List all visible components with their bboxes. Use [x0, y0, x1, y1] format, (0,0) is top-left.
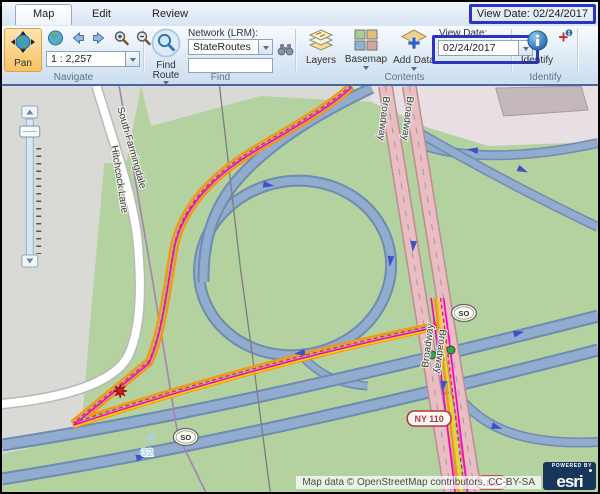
find-route-icon	[151, 28, 181, 61]
layers-button-label: Layers	[306, 55, 336, 66]
svg-text:32: 32	[141, 447, 153, 459]
pan-button-label: Pan	[14, 58, 32, 69]
contents-group-label: Contents	[298, 72, 511, 83]
find-group-label: Find	[146, 72, 295, 83]
view-date-status: View Date: 02/24/2017	[469, 4, 596, 24]
map-scale-combo	[46, 51, 140, 67]
ny110-shield: NY 110	[407, 411, 451, 426]
esri-logo: POWERED BY esri	[543, 462, 596, 490]
group-separator	[295, 29, 297, 71]
previous-extent-button[interactable]	[68, 29, 87, 46]
basemap-button-label: Basemap	[345, 54, 387, 65]
parkway-shield-2: SO	[451, 305, 476, 322]
network-dropdown-button[interactable]	[258, 39, 273, 55]
identify-button[interactable]: Identify	[517, 29, 557, 66]
add-data-button-label: Add Data	[393, 55, 435, 66]
identify-group-label: Identify	[514, 72, 577, 83]
network-combo	[188, 39, 273, 55]
group-separator	[577, 29, 579, 71]
layers-button[interactable]: Layers	[301, 29, 341, 66]
tab-review[interactable]: Review	[138, 5, 202, 23]
zoom-in-button[interactable]	[112, 29, 131, 46]
application-window: Map Edit Review View Date: 02/24/2017	[0, 0, 600, 494]
network-input[interactable]	[188, 39, 258, 55]
map-canvas[interactable]: SO SO NY 110 110 Hitchcock Lane South Fa…	[2, 86, 598, 492]
tab-edit[interactable]: Edit	[78, 5, 125, 23]
map-viewport: SO SO NY 110 110 Hitchcock Lane South Fa…	[2, 86, 598, 492]
basemap-button[interactable]: Basemap	[343, 29, 389, 73]
pan-tool-button[interactable]: Pan	[4, 28, 42, 72]
search-binoculars-icon[interactable]	[277, 42, 294, 57]
identify-button-label: Identify	[521, 55, 553, 66]
parkway-shield-1: SO	[173, 429, 198, 446]
identify-route-icon-button[interactable]	[557, 28, 574, 45]
full-extent-button[interactable]	[46, 29, 65, 46]
layers-icon	[308, 29, 334, 55]
map-attribution: Map data © OpenStreetMap contributors, C…	[296, 476, 541, 489]
ribbon-tab-bar: Map Edit Review View Date: 02/24/2017	[2, 2, 598, 26]
route-node-marker[interactable]	[447, 346, 455, 354]
map-scale-input[interactable]	[46, 51, 125, 67]
pan-globe-icon	[10, 31, 36, 58]
next-extent-button[interactable]	[90, 29, 109, 46]
network-lrm-label: Network (LRM):	[188, 28, 258, 39]
scale-dropdown-button[interactable]	[125, 51, 140, 67]
add-data-icon	[401, 29, 427, 55]
find-text-field[interactable]	[188, 58, 273, 73]
esri-brand-label: esri	[547, 474, 592, 490]
ribbon-toolbar: Pan	[2, 26, 598, 86]
svg-text:SO: SO	[180, 433, 191, 442]
add-data-button[interactable]: Add Data	[391, 29, 437, 74]
point-event-star-marker[interactable]	[113, 384, 127, 398]
basemap-icon	[354, 29, 378, 54]
navigate-group-label: Navigate	[4, 72, 143, 83]
slider-track[interactable]	[26, 119, 33, 255]
svg-text:NY 110: NY 110	[415, 414, 444, 424]
tab-map[interactable]: Map	[15, 4, 72, 25]
identify-icon	[526, 29, 549, 55]
svg-text:SO: SO	[459, 309, 470, 318]
